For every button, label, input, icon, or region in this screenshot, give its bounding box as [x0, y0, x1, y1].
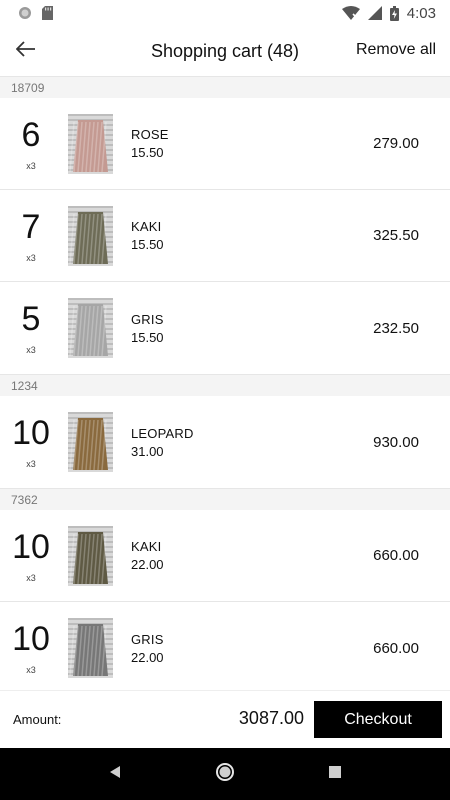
product-thumbnail[interactable] [68, 113, 113, 174]
item-total: 660.00 [373, 639, 419, 657]
battery-charging-icon [389, 5, 399, 21]
amount-value: 3087.00 [238, 708, 304, 728]
quantity-number: 7 [21, 207, 41, 246]
quantity-multiplier: x3 [26, 459, 36, 469]
status-right: 4:03 [341, 4, 436, 22]
quantity-box[interactable]: 5 x3 [0, 282, 62, 374]
group-header: 18709 [0, 76, 450, 98]
system-nav-bar [0, 748, 450, 800]
quantity-number: 5 [21, 300, 41, 338]
product-thumbnail[interactable] [68, 412, 113, 472]
cart-item[interactable]: 10 x3 KAKI 22.00 660.00 [0, 510, 450, 602]
header: Shopping cart (48) Remove all [0, 26, 450, 76]
status-time: 4:03 [406, 4, 436, 22]
circle-notification-icon [18, 6, 32, 20]
cart-item[interactable]: 7 x3 KAKI 15.50 325.50 [0, 190, 450, 282]
wifi-icon [341, 6, 360, 20]
recents-square-icon [328, 765, 342, 784]
status-bar: 4:03 [0, 0, 450, 26]
quantity-number: 10 [12, 414, 50, 452]
quantity-box[interactable]: 10 x3 [0, 396, 62, 488]
quantity-multiplier: x3 [26, 345, 36, 355]
product-thumbnail[interactable] [68, 298, 113, 358]
item-total: 232.50 [373, 319, 419, 337]
cart-item[interactable]: 10 x3 GRIS 22.00 660.00 [0, 602, 450, 690]
nav-back-button[interactable] [95, 754, 135, 794]
quantity-multiplier: x3 [26, 252, 36, 263]
quantity-multiplier: x3 [26, 160, 36, 171]
signal-icon [367, 6, 382, 20]
item-total: 930.00 [373, 433, 419, 451]
cart-item[interactable]: 6 x3 ROSE 15.50 279.00 [0, 98, 450, 190]
back-button[interactable] [8, 34, 44, 68]
sd-card-icon [42, 6, 53, 20]
home-circle-icon [215, 762, 235, 787]
product-thumbnail[interactable] [68, 618, 113, 678]
amount-label: Amount: [13, 712, 62, 727]
quantity-number: 6 [21, 115, 41, 154]
nav-home-button[interactable] [205, 754, 245, 794]
quantity-box[interactable]: 10 x3 [0, 510, 62, 602]
cart-item[interactable]: 10 x3 LEOPARD 31.00 930.00 [0, 396, 450, 488]
item-total: 279.00 [373, 135, 419, 152]
remove-all-button[interactable]: Remove all [356, 41, 436, 59]
quantity-box[interactable]: 6 x3 [0, 98, 62, 190]
product-thumbnail[interactable] [68, 205, 113, 266]
quantity-number: 10 [12, 620, 50, 658]
item-total: 660.00 [373, 547, 419, 564]
product-thumbnail[interactable] [68, 525, 113, 586]
cart-item[interactable]: 5 x3 GRIS 15.50 232.50 [0, 282, 450, 374]
checkout-footer: Amount: 3087.00 Checkout [0, 690, 450, 748]
quantity-number: 10 [12, 527, 50, 566]
quantity-multiplier: x3 [26, 572, 36, 583]
quantity-multiplier: x3 [26, 665, 36, 675]
group-header: 1234 [0, 374, 450, 396]
arrow-left-icon [15, 40, 36, 62]
status-left [18, 6, 53, 20]
quantity-box[interactable]: 7 x3 [0, 190, 62, 282]
item-total: 325.50 [373, 227, 419, 244]
nav-recents-button[interactable] [315, 754, 355, 794]
cart-list[interactable]: 18709 6 x3 ROSE 15.50 279.00 7 x3 KAKI 15.50 325… [0, 76, 450, 690]
group-header: 7362 [0, 488, 450, 510]
back-triangle-icon [108, 765, 122, 784]
quantity-box[interactable]: 10 x3 [0, 602, 62, 690]
checkout-button[interactable]: Checkout [314, 701, 442, 738]
